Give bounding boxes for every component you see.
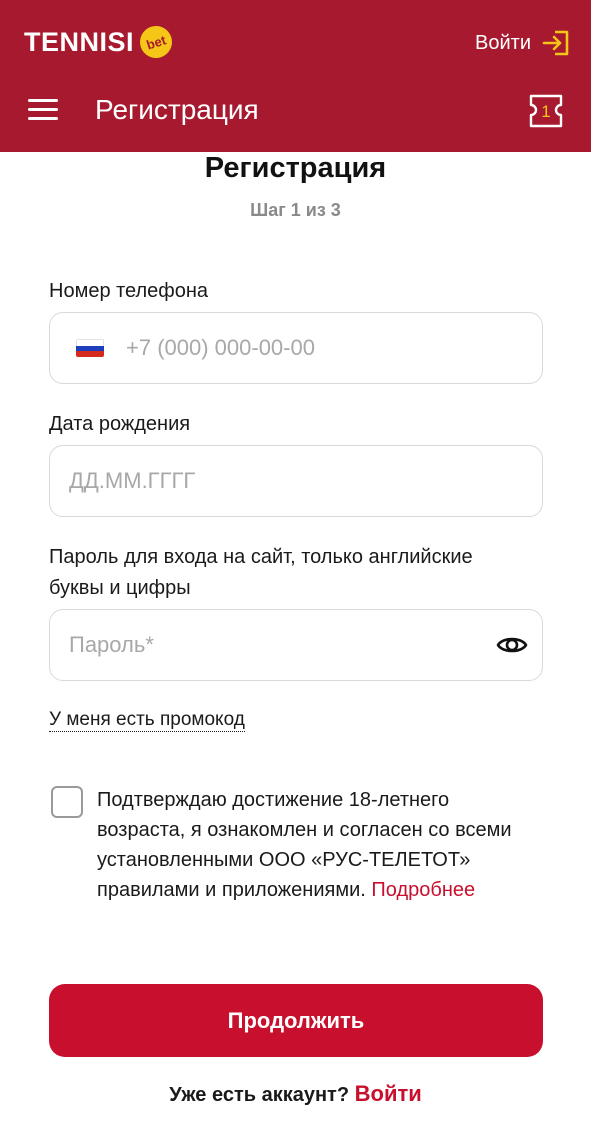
login-icon — [542, 30, 569, 56]
russia-flag-icon[interactable] — [76, 339, 104, 357]
existing-account-row: Уже есть аккаунт? Войти — [0, 1081, 591, 1107]
footer-login-link[interactable]: Войти — [355, 1081, 422, 1106]
birthdate-field[interactable] — [49, 445, 543, 517]
nav-title: Регистрация — [95, 94, 259, 125]
more-details-link[interactable]: Подробнее — [371, 879, 475, 901]
promo-code-link[interactable]: У меня есть промокод — [49, 709, 245, 732]
header-login-button[interactable]: Войти — [475, 28, 571, 58]
coupon-count: 1 — [541, 102, 550, 121]
password-field[interactable] — [49, 609, 543, 681]
logo-badge: bet — [135, 21, 177, 63]
continue-button[interactable]: Продолжить — [49, 984, 543, 1057]
phone-field[interactable] — [49, 312, 543, 384]
page-title: Регистрация — [204, 152, 387, 184]
password-label-line2: буквы и цифры — [49, 577, 191, 599]
step-indicator: Шаг 1 из 3 — [250, 200, 341, 220]
logo-text: TENNISI — [24, 26, 135, 57]
header-login-label: Войти — [475, 31, 531, 54]
top-header: TENNISI bet Войти Регистрация 1 — [0, 0, 591, 152]
nav-row: Регистрация 1 — [0, 80, 591, 142]
coupon-icon: 1 — [529, 94, 563, 128]
password-label-line1: Пароль для входа на сайт, только английс… — [49, 546, 473, 568]
tennisi-logo[interactable]: TENNISI bet — [24, 21, 177, 63]
bet-coupon-button[interactable]: 1 — [527, 92, 565, 130]
phone-input[interactable] — [126, 313, 542, 383]
eye-icon[interactable] — [496, 629, 528, 661]
birthdate-label: Дата рождения — [49, 413, 191, 435]
hamburger-menu-icon[interactable] — [28, 99, 58, 121]
age-consent-checkbox[interactable] — [51, 786, 83, 818]
consent-text: Подтверждаю достижение 18-летнего возрас… — [97, 785, 527, 905]
password-label: Пароль для входа на сайт, только английс… — [49, 542, 473, 604]
phone-label: Номер телефона — [49, 280, 209, 302]
existing-account-text: Уже есть аккаунт? — [169, 1084, 350, 1106]
birthdate-input[interactable] — [50, 446, 542, 516]
password-input[interactable] — [50, 610, 496, 680]
